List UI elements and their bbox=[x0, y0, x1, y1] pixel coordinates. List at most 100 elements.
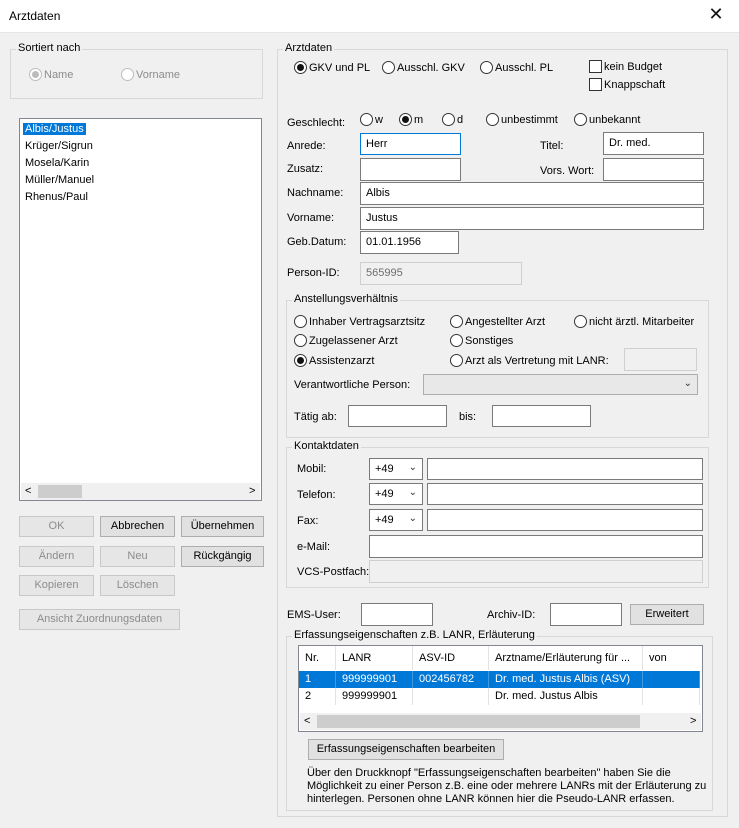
scroll-right-icon[interactable]: > bbox=[690, 715, 696, 727]
billing-gkv-label: Ausschl. GKV bbox=[397, 62, 465, 74]
list-item[interactable]: Krüger/Sigrun bbox=[25, 140, 93, 152]
close-icon[interactable]: ✕ bbox=[705, 4, 727, 25]
table-cell bbox=[643, 671, 700, 688]
angestellter-radio[interactable] bbox=[450, 315, 463, 328]
gender-d-radio[interactable] bbox=[442, 113, 455, 126]
table-cell: 002456782 bbox=[413, 671, 489, 688]
zugelassener-radio[interactable] bbox=[294, 334, 307, 347]
mobil-prefix-value: +49 bbox=[375, 463, 394, 475]
sort-vorname-radio[interactable] bbox=[121, 68, 134, 81]
column-header[interactable]: Nr. bbox=[299, 646, 336, 670]
anrede-field[interactable]: Herr bbox=[360, 133, 461, 155]
telefon-prefix-select[interactable]: +49 ⌄ bbox=[369, 483, 423, 505]
fax-label: Fax: bbox=[297, 515, 319, 527]
taetig-ab-field[interactable] bbox=[348, 405, 447, 427]
new-button[interactable]: Neu bbox=[100, 546, 175, 567]
edit-button[interactable]: Ändern bbox=[19, 546, 94, 567]
fax-field[interactable] bbox=[427, 509, 703, 531]
knappschaft-checkbox[interactable] bbox=[589, 78, 602, 91]
angestellter-label: Angestellter Arzt bbox=[465, 316, 546, 328]
billing-pl-radio[interactable] bbox=[480, 61, 493, 74]
undo-button[interactable]: Rückgängig bbox=[181, 546, 264, 567]
kein-budget-checkbox[interactable] bbox=[589, 60, 602, 73]
zusatz-field[interactable] bbox=[360, 158, 461, 181]
billing-gkv-radio[interactable] bbox=[382, 61, 395, 74]
table-cell bbox=[643, 688, 700, 705]
titel-label: Titel: bbox=[540, 140, 564, 152]
anrede-label: Anrede: bbox=[287, 140, 326, 152]
chevron-down-icon: ⌄ bbox=[408, 487, 417, 498]
chevron-down-icon: ⌄ bbox=[408, 513, 417, 524]
email-field[interactable] bbox=[369, 535, 703, 558]
scroll-thumb[interactable] bbox=[38, 485, 82, 498]
billing-gkv-pl-radio[interactable] bbox=[294, 61, 307, 74]
apply-button[interactable]: Übernehmen bbox=[181, 516, 264, 537]
copy-button[interactable]: Kopieren bbox=[19, 575, 94, 596]
personid-label: Person-ID: bbox=[287, 267, 340, 279]
doctor-list[interactable]: Albis/Justus Krüger/Sigrun Mosela/Karin … bbox=[19, 118, 262, 501]
column-header[interactable]: ASV-ID bbox=[413, 646, 489, 670]
table-cell: 999999901 bbox=[336, 671, 413, 688]
scroll-right-icon[interactable]: > bbox=[249, 485, 255, 497]
bis-field[interactable] bbox=[492, 405, 591, 427]
column-header[interactable]: von bbox=[643, 646, 702, 670]
ems-field[interactable] bbox=[361, 603, 433, 626]
zusatz-label: Zusatz: bbox=[287, 163, 324, 175]
fax-prefix-select[interactable]: +49 ⌄ bbox=[369, 509, 423, 531]
vorsatzwort-field[interactable] bbox=[603, 158, 704, 181]
scroll-thumb[interactable] bbox=[317, 715, 640, 728]
inhaber-radio[interactable] bbox=[294, 315, 307, 328]
scroll-left-icon[interactable]: < bbox=[25, 485, 31, 497]
list-item[interactable]: Mosela/Karin bbox=[25, 157, 89, 169]
erfassung-table[interactable]: Nr. LANR ASV-ID Arztname/Erläuterung für… bbox=[298, 645, 703, 732]
list-horizontal-scrollbar[interactable]: < > bbox=[21, 483, 260, 500]
column-header[interactable]: Arztname/Erläuterung für ... bbox=[489, 646, 643, 670]
list-item[interactable]: Müller/Manuel bbox=[25, 174, 94, 186]
archiv-field[interactable] bbox=[550, 603, 622, 626]
title-bar: Arztdaten ✕ bbox=[0, 0, 739, 33]
list-item[interactable]: Rhenus/Paul bbox=[25, 191, 88, 203]
vertretung-radio[interactable] bbox=[450, 354, 463, 367]
delete-button[interactable]: Löschen bbox=[100, 575, 175, 596]
vertretung-label: Arzt als Vertretung mit LANR: bbox=[465, 355, 609, 367]
billing-pl-label: Ausschl. PL bbox=[495, 62, 554, 74]
mobil-field[interactable] bbox=[427, 458, 703, 480]
sort-name-radio[interactable] bbox=[29, 68, 42, 81]
telefon-field[interactable] bbox=[427, 483, 703, 505]
table-horizontal-scrollbar[interactable]: < > bbox=[300, 713, 701, 730]
titel-field[interactable]: Dr. med. bbox=[603, 132, 704, 155]
gender-m-radio[interactable] bbox=[399, 113, 412, 126]
arztdaten-legend: Arztdaten bbox=[283, 42, 335, 54]
list-item[interactable]: Albis/Justus bbox=[23, 123, 86, 135]
gender-unbekannt-radio[interactable] bbox=[574, 113, 587, 126]
sort-vorname-label: Vorname bbox=[136, 69, 181, 81]
nachname-field[interactable]: Albis bbox=[360, 182, 704, 205]
nicht-aerztl-radio[interactable] bbox=[574, 315, 587, 328]
chevron-down-icon: ⌄ bbox=[683, 378, 692, 389]
info-line: hinterlegen. Personen ohne LANR können h… bbox=[307, 793, 675, 805]
erfassung-legend: Erfassungseigenschaften z.B. LANR, Erläu… bbox=[292, 629, 537, 641]
view-assignment-button[interactable]: Ansicht Zuordnungsdaten bbox=[19, 609, 180, 630]
archiv-label: Archiv-ID: bbox=[487, 609, 536, 621]
cancel-button[interactable]: Abbrechen bbox=[100, 516, 175, 537]
erweitert-button[interactable]: Erweitert bbox=[630, 604, 704, 625]
column-header[interactable]: LANR bbox=[336, 646, 413, 670]
sonstiges-radio[interactable] bbox=[450, 334, 463, 347]
fax-prefix-value: +49 bbox=[375, 514, 394, 526]
ok-button[interactable]: OK bbox=[19, 516, 94, 537]
verantwortlich-select[interactable]: ⌄ bbox=[423, 374, 698, 395]
nachname-label: Nachname: bbox=[287, 187, 344, 199]
erfassung-edit-button[interactable]: Erfassungseigenschaften bearbeiten bbox=[308, 739, 504, 760]
gender-unbestimmt-radio[interactable] bbox=[486, 113, 499, 126]
erfassung-info-text: Über den Druckknopf "Erfassungseigenscha… bbox=[307, 767, 706, 806]
telefon-prefix-value: +49 bbox=[375, 488, 394, 500]
billing-gkv-pl-label: GKV und PL bbox=[309, 62, 371, 74]
nicht-aerztl-label: nicht ärztl. Mitarbeiter bbox=[589, 316, 695, 328]
vorname-field[interactable]: Justus bbox=[360, 207, 704, 230]
mobil-prefix-select[interactable]: +49 ⌄ bbox=[369, 458, 423, 480]
gebdatum-field[interactable]: 01.01.1956 bbox=[360, 231, 459, 254]
gender-w-radio[interactable] bbox=[360, 113, 373, 126]
telefon-label: Telefon: bbox=[297, 489, 336, 501]
scroll-left-icon[interactable]: < bbox=[304, 715, 310, 727]
assistenzarzt-radio[interactable] bbox=[294, 354, 307, 367]
